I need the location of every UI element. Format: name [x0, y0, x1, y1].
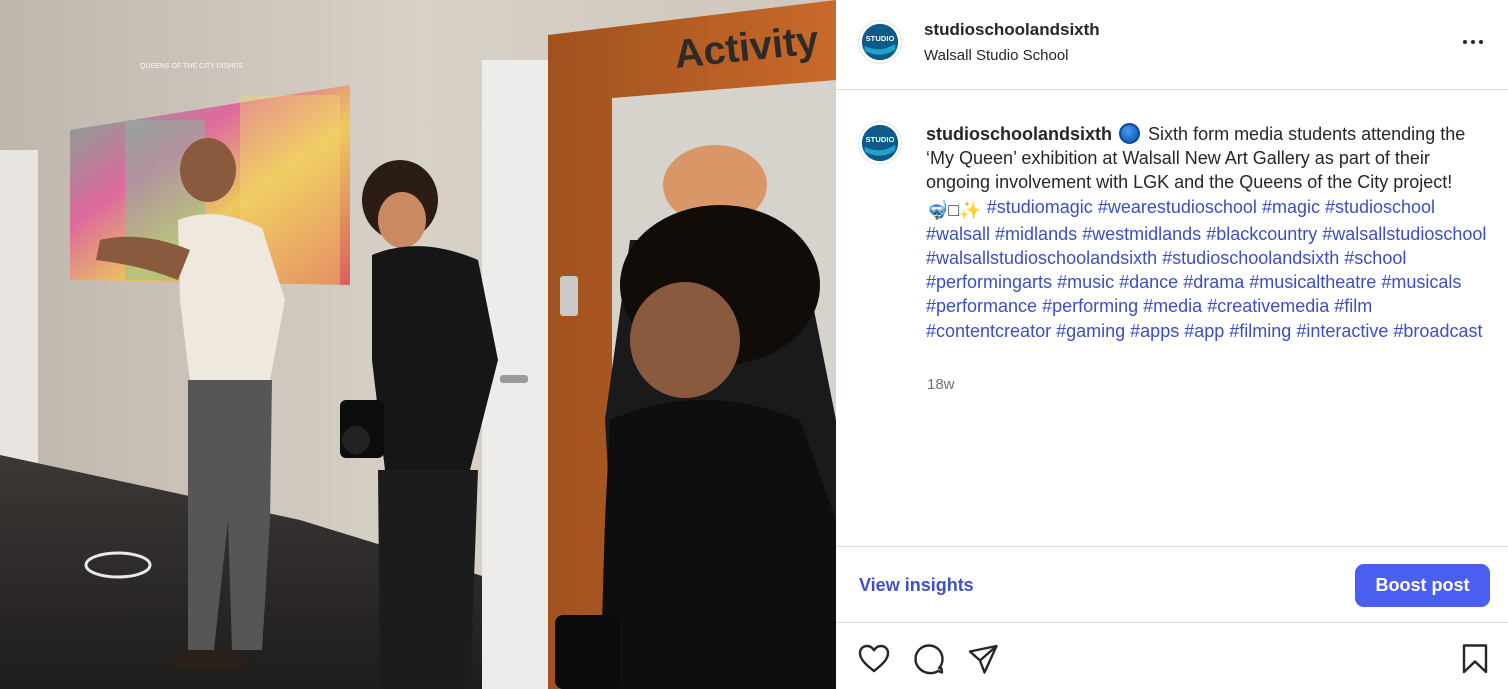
studio-logo-icon: STUDIO [861, 124, 899, 162]
hashtag-link[interactable]: #performing [1042, 296, 1138, 316]
hashtag-link[interactable]: #media [1143, 296, 1202, 316]
save-button[interactable] [1458, 642, 1492, 676]
post-location[interactable]: Walsall Studio School [924, 47, 1069, 64]
post-actions [836, 624, 1508, 689]
sparkles-emoji-icon: ✨ [959, 199, 982, 220]
hashtag-link[interactable]: #walsallstudioschool [1322, 224, 1486, 244]
hashtag-link[interactable]: #apps [1130, 321, 1179, 341]
post-detail-panel: STUDIO studioschoolandsixth Walsall Stud… [836, 0, 1508, 689]
diving-mask-emoji-icon: 🤿 [926, 199, 949, 220]
post-author-username[interactable]: studioschoolandsixth [924, 20, 1100, 40]
more-options-button[interactable] [1456, 28, 1490, 56]
boost-post-button[interactable]: Boost post [1355, 564, 1490, 607]
hashtag-link[interactable]: #creativemedia [1207, 296, 1329, 316]
exhibition-photo: QUEENS OF THE CITY DISHES Activity [0, 0, 836, 689]
hashtag-link[interactable]: #performance [926, 296, 1037, 316]
hashtag-link[interactable]: #magic [1262, 197, 1320, 217]
view-insights-link[interactable]: View insights [859, 575, 974, 596]
comment-button[interactable] [912, 642, 946, 676]
hashtag-link[interactable]: #broadcast [1393, 321, 1482, 341]
avatar-logo-text: STUDIO [866, 135, 895, 144]
hashtag-link[interactable]: #drama [1183, 272, 1244, 292]
post-caption: studioschoolandsixth Sixth form media st… [926, 122, 1498, 343]
svg-text:QUEENS OF THE CITY DISHES: QUEENS OF THE CITY DISHES [140, 63, 243, 70]
hashtag-link[interactable]: #music [1057, 272, 1114, 292]
hashtag-link[interactable]: #gaming [1056, 321, 1125, 341]
hashtag-link[interactable]: #studiomagic [987, 197, 1093, 217]
hashtag-link[interactable]: #interactive [1296, 321, 1388, 341]
avatar-logo-text: STUDIO [866, 34, 895, 43]
caption-avatar[interactable]: STUDIO [858, 121, 902, 165]
hashtag-link[interactable]: #studioschool [1325, 197, 1435, 217]
hashtag-link[interactable]: #film [1334, 296, 1372, 316]
hashtag-link[interactable]: #walsallstudioschoolandsixth [926, 248, 1157, 268]
caption-section: STUDIO studioschoolandsixth Sixth form m… [836, 91, 1508, 546]
hashtag-link[interactable]: #contentcreator [926, 321, 1051, 341]
hashtag-list: #studiomagic #wearestudioschool #magic #… [926, 197, 1486, 341]
hashtag-link[interactable]: #midlands [995, 224, 1077, 244]
missing-glyph-icon: □ [948, 199, 960, 220]
insights-bar: View insights Boost post [836, 546, 1508, 623]
hashtag-link[interactable]: #performingarts [926, 272, 1052, 292]
share-icon [968, 644, 998, 674]
hashtag-link[interactable]: #school [1344, 248, 1406, 268]
share-button[interactable] [966, 642, 1000, 676]
like-button[interactable] [857, 642, 891, 676]
avatar[interactable]: STUDIO [858, 20, 902, 64]
hashtag-link[interactable]: #wearestudioschool [1098, 197, 1257, 217]
heart-icon [858, 644, 890, 673]
hashtag-link[interactable]: #app [1184, 321, 1224, 341]
post-timestamp[interactable]: 18w [927, 376, 955, 393]
post-header: STUDIO studioschoolandsixth Walsall Stud… [836, 0, 1508, 90]
caption-username[interactable]: studioschoolandsixth [926, 124, 1112, 144]
hashtag-link[interactable]: #filming [1229, 321, 1291, 341]
hashtag-link[interactable]: #studioschoolandsixth [1162, 248, 1339, 268]
comment-icon [914, 644, 944, 675]
hashtag-link[interactable]: #westmidlands [1082, 224, 1201, 244]
blue-circle-emoji-icon [1119, 123, 1141, 144]
post-photo[interactable]: QUEENS OF THE CITY DISHES Activity [0, 0, 836, 689]
studio-logo-icon: STUDIO [861, 23, 899, 61]
hashtag-link[interactable]: #dance [1119, 272, 1178, 292]
hashtag-link[interactable]: #blackcountry [1206, 224, 1317, 244]
hashtag-link[interactable]: #musicals [1381, 272, 1461, 292]
more-options-icon [1463, 40, 1483, 44]
bookmark-icon [1462, 644, 1488, 674]
hashtag-link[interactable]: #musicaltheatre [1249, 272, 1376, 292]
hashtag-link[interactable]: #walsall [926, 224, 990, 244]
